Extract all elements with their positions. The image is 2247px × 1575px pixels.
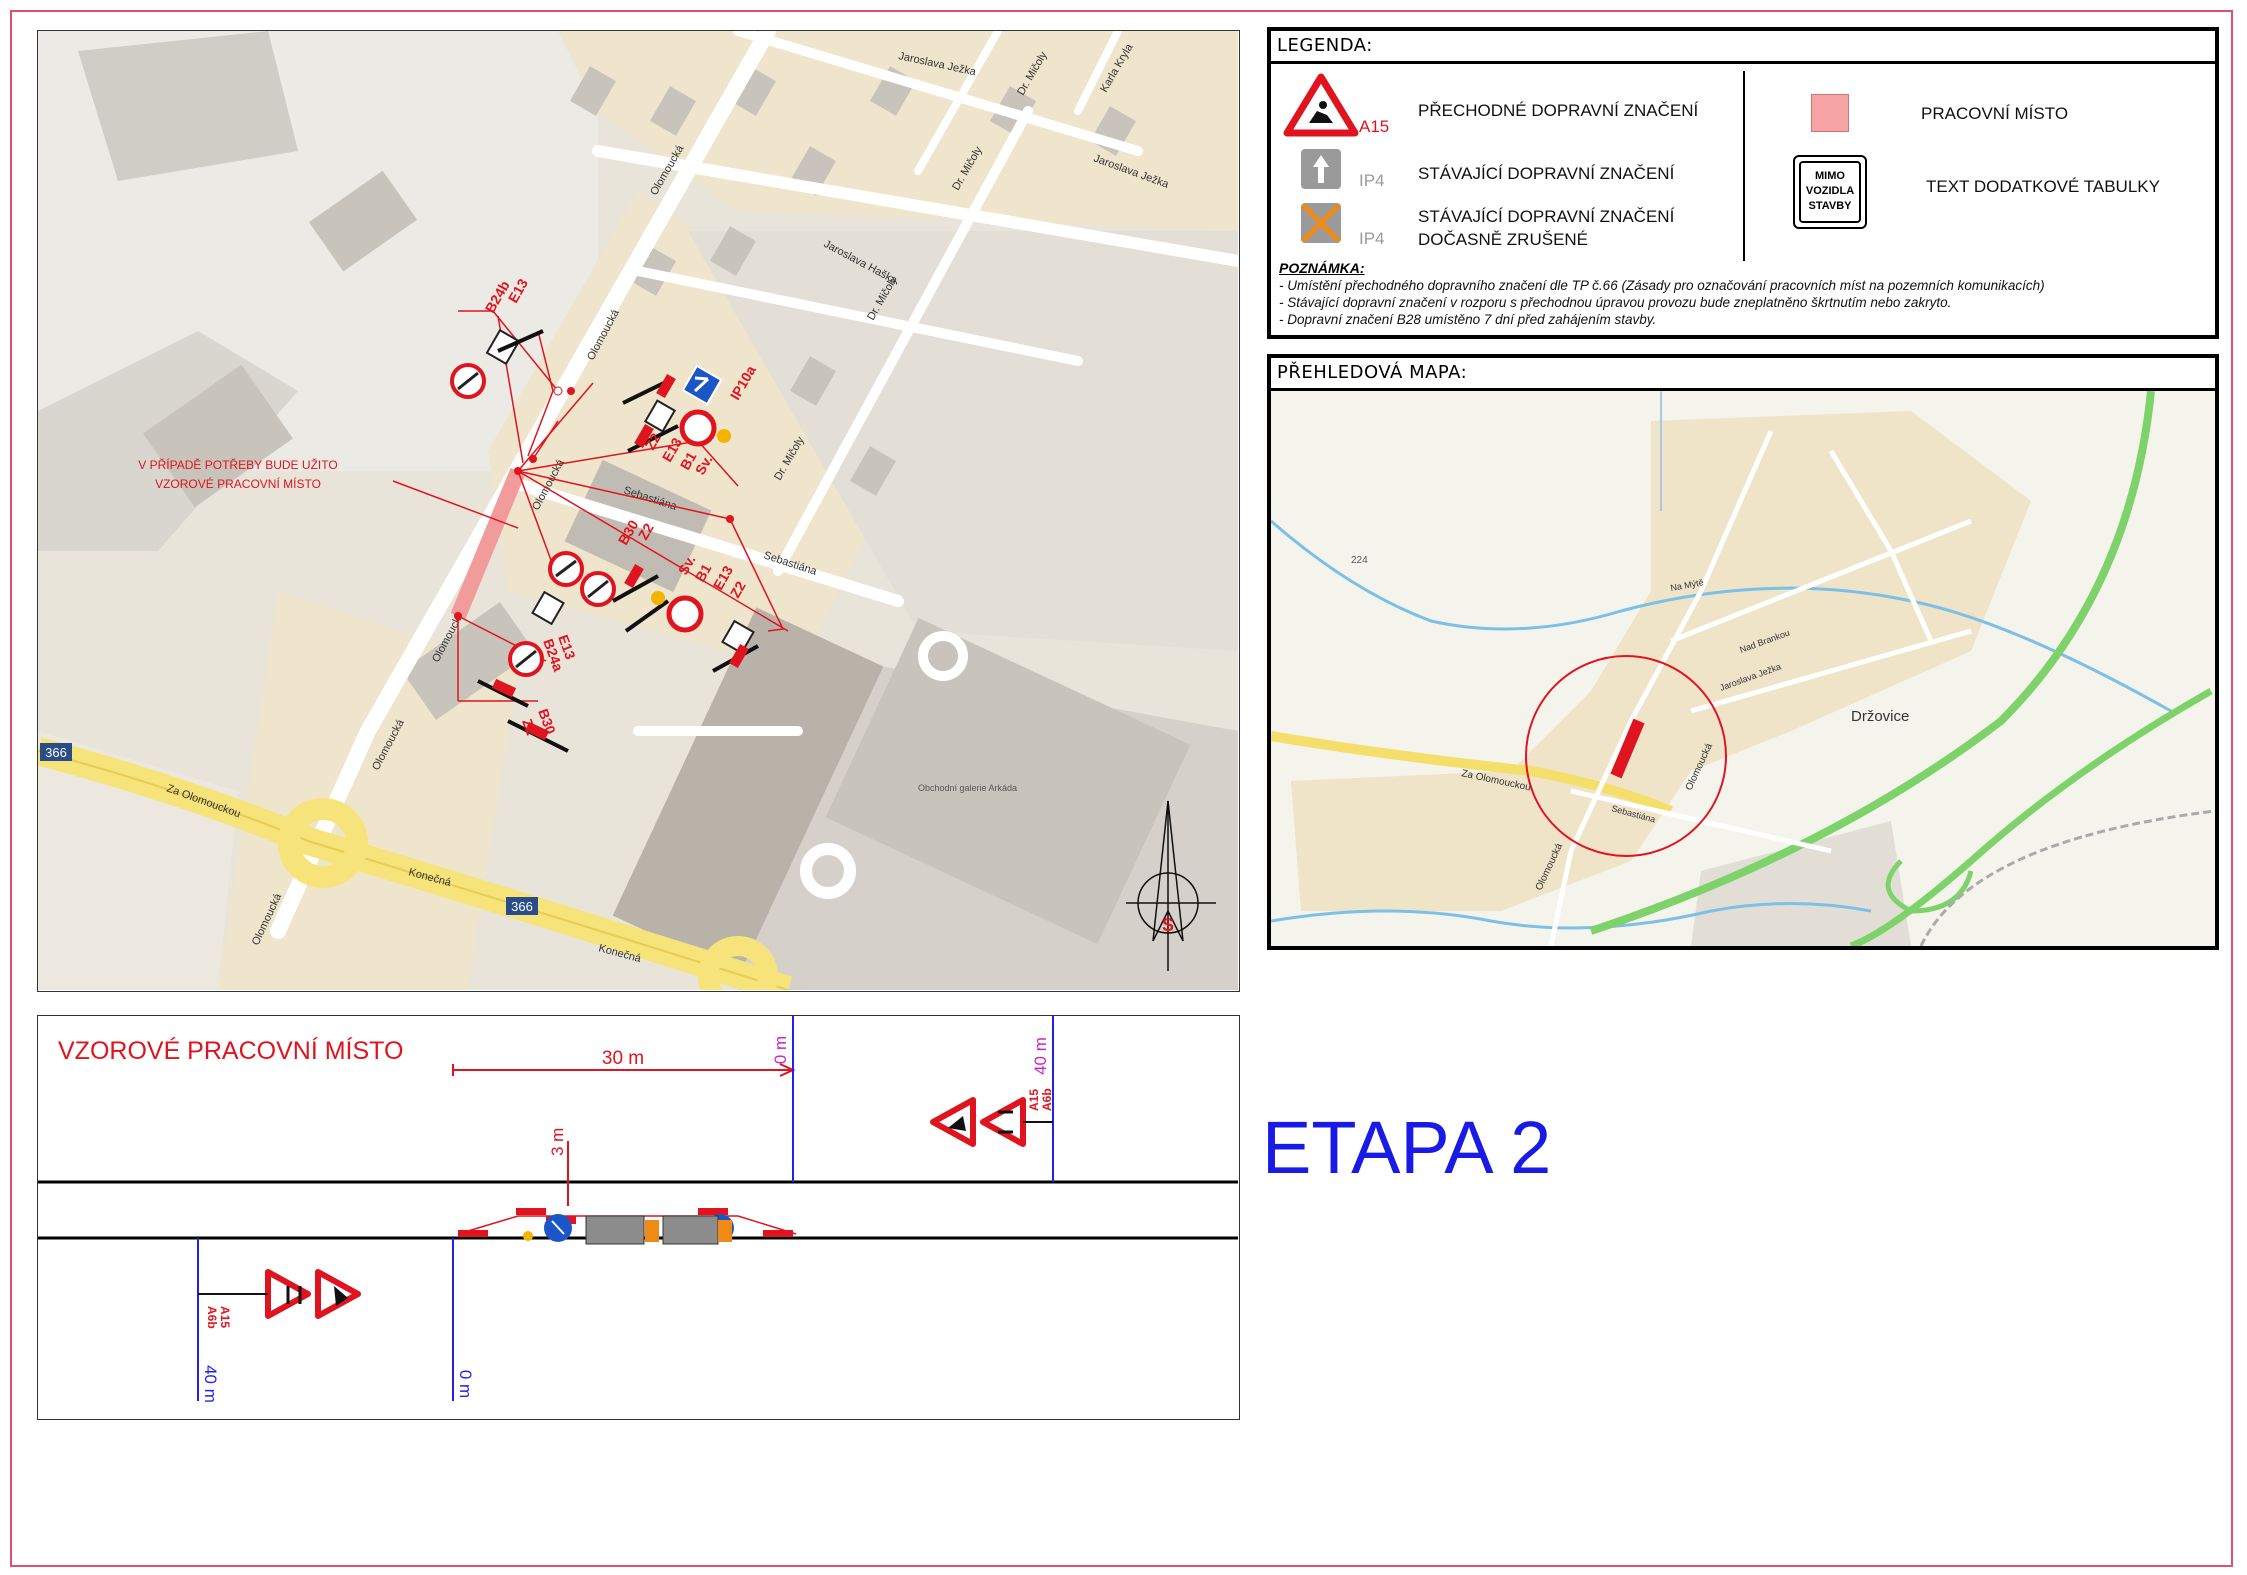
svg-text:A6b: A6b	[1040, 1088, 1054, 1111]
legend-label-existing: STÁVAJÍCÍ DOPRAVNÍ ZNAČENÍ	[1418, 164, 1675, 183]
overview-spot-height: 224	[1351, 555, 1368, 566]
legend-panel: LEGENDA: A15 PŘECHODNÉ DOPRAVNÍ ZNAČENÍ …	[1267, 27, 2219, 339]
stage-label: ETAPA 2	[1262, 1106, 1552, 1189]
sample-signs-right: A15 A6b	[930, 1088, 1054, 1147]
dimension-3m: 3 m	[548, 1128, 567, 1156]
sample-signs-left: A15 A6b	[198, 1269, 361, 1329]
road-366-shield-2: 366	[506, 897, 538, 915]
work-area-swatch	[1811, 94, 1849, 132]
legend-code-ip4-cancelled: IP4	[1359, 229, 1385, 248]
supplementary-plate-icon: MIMO VOZIDLA STAVBY	[1793, 155, 1867, 229]
sample-work-site-panel[interactable]: VZOROVÉ PRACOVNÍ MÍSTO 30 m 0 m 40 m 3 m…	[37, 1015, 1240, 1420]
svg-text:A6b: A6b	[205, 1306, 219, 1329]
legend-code-a15: A15	[1359, 117, 1390, 136]
note-line-1: - Umístění přechodného dopravního značen…	[1279, 278, 2045, 293]
sample-work-site-svg: VZOROVÉ PRACOVNÍ MÍSTO 30 m 0 m 40 m 3 m…	[38, 1016, 1238, 1403]
svg-text:A15: A15	[1027, 1089, 1041, 1111]
arrow-up-sign-icon	[1301, 149, 1341, 189]
legend-divider	[1743, 71, 1745, 261]
annotation-line-2: VZOROVÉ PRACOVNÍ MÍSTO	[155, 476, 321, 491]
crossed-sign-icon	[1301, 203, 1341, 243]
dimension-0m-bottom: 0 m	[456, 1370, 475, 1398]
note-line-3: - Dopravní značení B28 umístěno 7 dní př…	[1279, 312, 1657, 327]
overview-map-svg: Držovice Za Olomouckou 224 Olomoucká Olo…	[1271, 391, 2215, 946]
dimension-30m: 30 m	[602, 1048, 644, 1069]
note-line-2: - Stávající dopravní značení v rozporu s…	[1279, 295, 1952, 310]
main-situation-map[interactable]: 366 366 Olomoucká Olomoucká Olomoucká Ol…	[34, 23, 1244, 1016]
legend-label-cancelled-1: STÁVAJÍCÍ DOPRAVNÍ ZNAČENÍ	[1418, 207, 1675, 226]
svg-text:S: S	[1162, 915, 1174, 935]
legend-code-ip4: IP4	[1359, 171, 1385, 190]
svg-text:366: 366	[45, 745, 67, 760]
overview-title: PŘEHLEDOVÁ MAPA:	[1271, 358, 2215, 391]
overview-village-label: Držovice	[1851, 708, 1909, 725]
legend-label-cancelled-2: DOČASNĚ ZRUŠENÉ	[1418, 230, 1589, 249]
note-title: POZNÁMKA:	[1279, 260, 1365, 276]
legend-label-plate-text: TEXT DODATKOVÉ TABULKY	[1926, 177, 2160, 196]
svg-text:A15: A15	[218, 1306, 232, 1328]
overview-map-panel[interactable]: PŘEHLEDOVÁ MAPA: Držovice Za Olomouckou	[1267, 354, 2219, 950]
svg-text:366: 366	[511, 899, 533, 914]
dimension-0m-top: 0 m	[771, 1036, 790, 1064]
dimension-40m-top: 40 m	[1031, 1037, 1050, 1075]
road-366-shield: 366	[40, 743, 72, 761]
legend-label-work-area: PRACOVNÍ MÍSTO	[1921, 104, 2069, 123]
legend-label-temporary: PŘECHODNÉ DOPRAVNÍ ZNAČENÍ	[1418, 101, 1699, 120]
main-map-svg: 366 366 Olomoucká Olomoucká Olomoucká Ol…	[34, 23, 1244, 1016]
sample-title: VZOROVÉ PRACOVNÍ MÍSTO	[58, 1036, 403, 1065]
legend-title: LEGENDA:	[1271, 31, 2215, 64]
dimension-40m-bottom: 40 m	[201, 1365, 220, 1403]
annotation-line-1: V PŘÍPADĚ POTŘEBY BUDE UŽITO	[138, 457, 337, 472]
supermarket-label: Obchodní galerie Arkáda	[918, 783, 1017, 793]
